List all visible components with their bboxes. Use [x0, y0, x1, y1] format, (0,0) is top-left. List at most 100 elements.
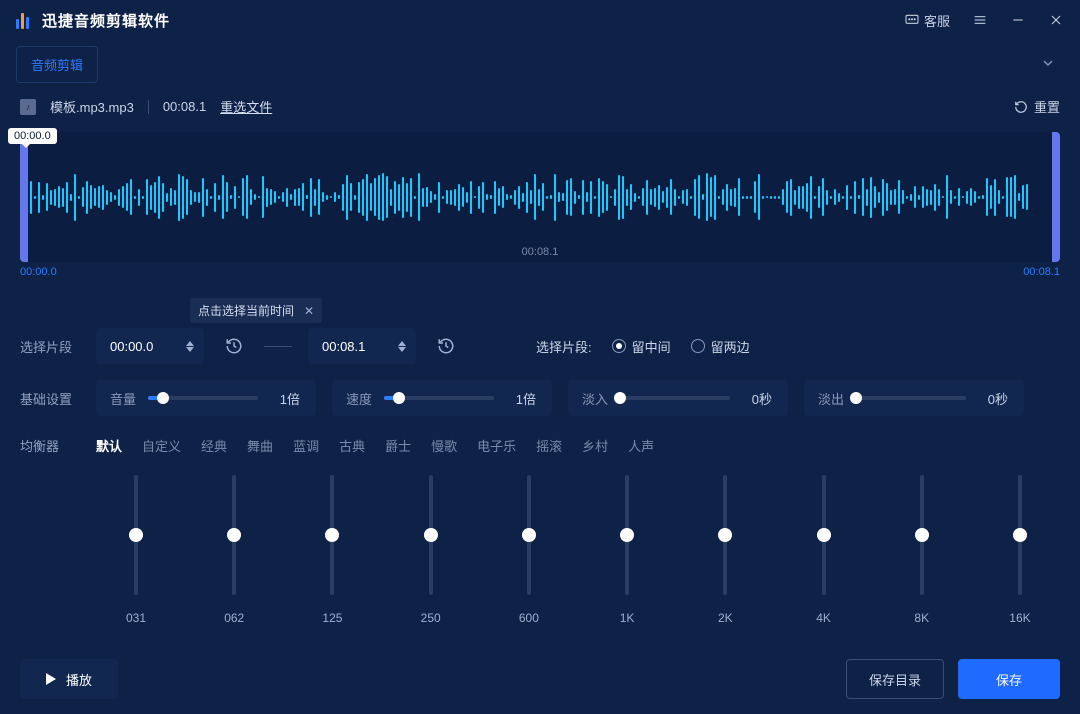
fadein-slider[interactable]	[620, 396, 730, 400]
eq-preset-1[interactable]: 自定义	[142, 436, 181, 455]
eq-band-031: 031	[106, 475, 166, 625]
close-button[interactable]	[1048, 12, 1064, 28]
time-tooltip: 点击选择当前时间 ✕	[190, 298, 322, 323]
tab-audio-trim[interactable]: 音频剪辑	[16, 46, 98, 83]
chevron-down-icon	[1040, 55, 1056, 71]
eq-band-label: 1K	[620, 611, 635, 625]
volume-label: 音量	[110, 389, 136, 408]
eq-preset-11[interactable]: 人声	[628, 436, 654, 455]
history-icon	[437, 337, 455, 355]
eq-band-1K: 1K	[597, 475, 657, 625]
eq-preset-6[interactable]: 爵士	[385, 436, 411, 455]
eq-presets: 默认 自定义 经典 舞曲 蓝调 古典 爵士 慢歌 电子乐 摇滚 乡村 人声	[96, 432, 1060, 467]
reset-label: 重置	[1034, 97, 1060, 116]
speed-slider[interactable]	[384, 396, 494, 400]
keep-mode-label: 选择片段:	[536, 337, 592, 356]
eq-band-label: 062	[224, 611, 244, 625]
eq-bands: 031 062 125 250 600 1K 2K 4K 8K 16K	[96, 467, 1060, 625]
eq-band-label: 16K	[1009, 611, 1030, 625]
eq-band-label: 2K	[718, 611, 733, 625]
eq-preset-9[interactable]: 摇滚	[536, 436, 562, 455]
eq-slider-8K[interactable]	[920, 475, 924, 595]
set-from-current-time[interactable]	[220, 332, 248, 360]
time-end: 00:08.1	[1023, 266, 1060, 278]
eq-preset-0[interactable]: 默认	[96, 436, 122, 455]
eq-preset-10[interactable]: 乡村	[582, 436, 608, 455]
eq-slider-600[interactable]	[527, 475, 531, 595]
segment-row: 选择片段 00:00.0 00:08.1 选择片段: 留中间 留两边	[0, 320, 1080, 372]
segment-to-stepper[interactable]	[398, 341, 406, 352]
close-icon	[1048, 12, 1064, 28]
title-bar: 迅捷音频剪辑软件 客服	[0, 0, 1080, 40]
basic-label: 基础设置	[20, 389, 80, 408]
reset-button[interactable]: 重置	[1014, 97, 1060, 116]
keep-middle-radio[interactable]: 留中间	[612, 337, 671, 356]
tooltip-close[interactable]: ✕	[304, 304, 314, 318]
customer-service-button[interactable]: 客服	[904, 11, 950, 30]
menu-button[interactable]	[972, 12, 988, 28]
bottom-bar: 播放 保存目录 保存	[0, 644, 1080, 714]
playhead-time-badge: 00:00.0	[8, 128, 57, 144]
eq-slider-1K[interactable]	[625, 475, 629, 595]
eq-preset-2[interactable]: 经典	[201, 436, 227, 455]
play-label: 播放	[66, 670, 92, 689]
waveform-area: 00:00.0 0.2 00:08.1 00:00.0 00:08.1	[20, 132, 1060, 292]
save-directory-button[interactable]: 保存目录	[846, 659, 944, 699]
eq-band-16K: 16K	[990, 475, 1050, 625]
eq-slider-250[interactable]	[429, 475, 433, 595]
keep-sides-radio[interactable]: 留两边	[691, 337, 750, 356]
fadein-block: 淡入 0秒	[568, 380, 788, 416]
segment-to-input[interactable]: 00:08.1	[308, 328, 416, 364]
fadeout-slider[interactable]	[856, 396, 966, 400]
waveform-canvas[interactable]: 00:08.1	[20, 132, 1060, 262]
eq-preset-8[interactable]: 电子乐	[477, 436, 516, 455]
app-logo	[16, 11, 34, 29]
eq-preset-7[interactable]: 慢歌	[431, 436, 457, 455]
segment-to-value: 00:08.1	[322, 339, 388, 354]
eq-band-250: 250	[401, 475, 461, 625]
fadeout-value: 0秒	[978, 389, 1008, 408]
save-button[interactable]: 保存	[958, 659, 1060, 699]
segment-from-stepper[interactable]	[186, 341, 194, 352]
fadein-value: 0秒	[742, 389, 772, 408]
eq-slider-2K[interactable]	[723, 475, 727, 595]
volume-slider[interactable]	[148, 396, 258, 400]
segment-dash	[264, 346, 292, 347]
eq-band-label: 031	[126, 611, 146, 625]
eq-slider-16K[interactable]	[1018, 475, 1022, 595]
eq-band-label: 250	[421, 611, 441, 625]
eq-band-062: 062	[204, 475, 264, 625]
tabs-row: 音频剪辑	[0, 40, 1080, 93]
eq-band-label: 8K	[914, 611, 929, 625]
play-icon	[46, 673, 56, 685]
play-button[interactable]: 播放	[20, 659, 118, 699]
eq-slider-031[interactable]	[134, 475, 138, 595]
speed-value: 1倍	[506, 389, 536, 408]
reselect-file-link[interactable]: 重选文件	[220, 97, 272, 116]
eq-slider-4K[interactable]	[822, 475, 826, 595]
eq-slider-062[interactable]	[232, 475, 236, 595]
eq-preset-3[interactable]: 舞曲	[247, 436, 273, 455]
eq-preset-4[interactable]: 蓝调	[293, 436, 319, 455]
minimize-icon	[1010, 12, 1026, 28]
divider	[148, 100, 149, 114]
collapse-toggle[interactable]	[1032, 51, 1064, 78]
speed-label: 速度	[346, 389, 372, 408]
segment-from-input[interactable]: 00:00.0	[96, 328, 204, 364]
eq-band-4K: 4K	[794, 475, 854, 625]
volume-block: 音量 1倍	[96, 380, 316, 416]
eq-preset-5[interactable]: 古典	[339, 436, 365, 455]
menu-icon	[972, 12, 988, 28]
minimize-button[interactable]	[1010, 12, 1026, 28]
time-axis: 00:00.0 00:08.1	[20, 266, 1060, 278]
eq-slider-125[interactable]	[330, 475, 334, 595]
eq-band-label: 125	[322, 611, 342, 625]
eq-band-8K: 8K	[892, 475, 952, 625]
selection-handle-left[interactable]	[20, 132, 28, 262]
eq-label: 均衡器	[20, 432, 80, 625]
selection-handle-right[interactable]	[1052, 132, 1060, 262]
volume-value: 1倍	[270, 389, 300, 408]
set-to-current-time[interactable]	[432, 332, 460, 360]
eq-band-label: 600	[519, 611, 539, 625]
eq-band-600: 600	[499, 475, 559, 625]
